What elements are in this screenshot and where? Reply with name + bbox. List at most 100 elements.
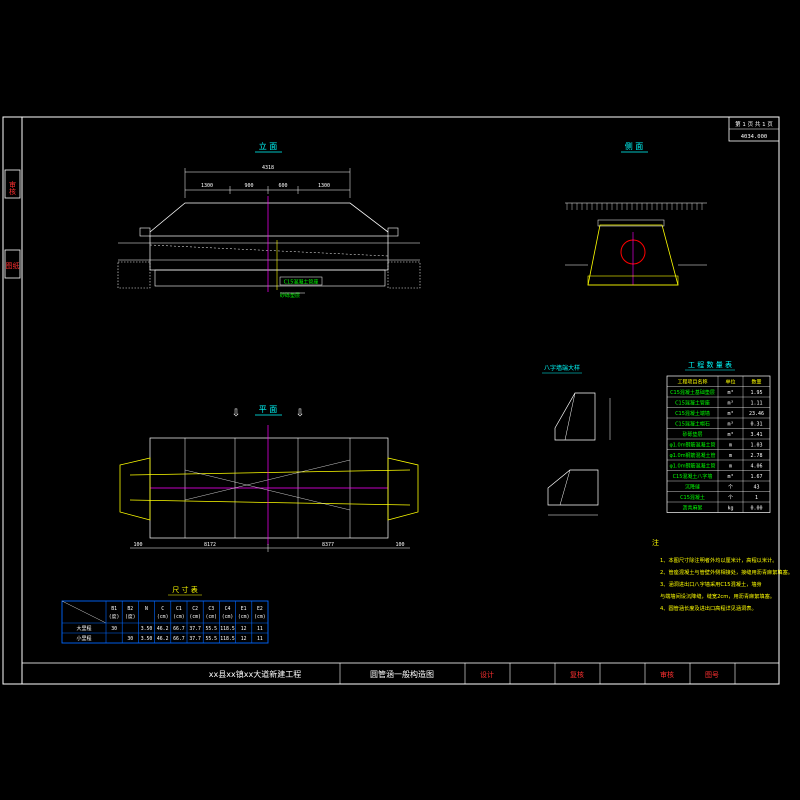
dims-cell: 66.7: [173, 626, 185, 632]
quantities-cell: 3.41: [750, 432, 762, 438]
dims-cell: 30: [111, 626, 117, 632]
quantities-cell: C15混凝土: [680, 494, 705, 501]
dims-header-cell: (cm): [254, 614, 266, 620]
dims-cell: 55.5: [206, 626, 218, 632]
quantities-header-cell: 数量: [751, 379, 761, 386]
wingwall-detail-bottom: [547, 469, 599, 506]
dims-header-cell: C3: [208, 606, 214, 612]
note-item: 3、涵洞进出口八字墙采用C15混凝土，墙身: [660, 580, 762, 588]
quantities-cell: 43: [753, 485, 759, 491]
quantities-cell: 1.95: [750, 390, 762, 396]
dims-cell: 3.50: [141, 636, 153, 642]
dims-cell: 11: [257, 636, 263, 642]
side-view-hatch: [566, 203, 703, 210]
plan-dim-left: 8172: [204, 542, 216, 548]
elev-dim-4: 1300: [318, 183, 330, 189]
note-item: 与端墙间设沉降缝，缝宽2cm，用沥青麻絮填塞。: [660, 592, 775, 600]
sheet-page-label: 第 1 页 共 1 页: [735, 120, 773, 128]
review-label: 复核: [570, 670, 584, 679]
dims-cell: 55.5: [206, 636, 218, 642]
dims-header-cell: N: [145, 606, 148, 612]
dims-table: B1(度)B2(度)N C(cm)C1(cm)C2(cm)C3(cm)C4(cm)…: [61, 600, 269, 644]
quantities-cell: C15混凝土八字墙: [673, 473, 713, 480]
plan-dim-edge-left: 100: [133, 542, 142, 548]
dims-header-cell: C2: [192, 606, 198, 612]
dims-cell: 37.7: [189, 636, 201, 642]
plan-dim-edge-right: 100: [395, 542, 404, 548]
quantities-cell: φ1.0m钢筋混凝土管: [669, 463, 715, 470]
quantities-cell: C15混凝土端墙: [675, 410, 710, 417]
plan-title: 平 面: [259, 405, 278, 414]
quantities-cell: kg: [727, 506, 733, 512]
dims-header-cell: C4: [225, 606, 231, 612]
notes-list: 1、本图尺寸除注明者外均以厘米计，高程以米计。 2、管座混凝土与管壁外侧相接处，接…: [660, 556, 793, 612]
quantities-cell: m: [729, 453, 732, 459]
quantities-cell: 沥青麻絮: [682, 505, 702, 512]
quantities-cell: m³: [727, 411, 733, 417]
embankment-outline: [149, 202, 389, 233]
note-item: 1、本图尺寸除注明者外均以厘米计，高程以米计。: [660, 556, 777, 564]
quantities-cell: 23.46: [749, 411, 764, 417]
quantities-cell: m³: [727, 474, 733, 480]
note-item: 4、圆管涵长度及进出口高程详见涵洞表。: [660, 604, 757, 612]
quantities-table: 工程项目名称 单位 数量 C15混凝土基础垫层 m³ 1.95 C15混凝土管座 m³ 1.11…: [666, 375, 771, 513]
dims-cell: 46.2: [157, 626, 169, 632]
elev-dim-total: 4318: [262, 165, 274, 171]
dims-cell: 12: [241, 626, 247, 632]
dims-header-cell: B1: [111, 606, 117, 612]
design-label: 设计: [480, 670, 494, 679]
note-item: 2、管座混凝土与管壁外侧相接处，接缝用沥青麻絮填塞。: [660, 568, 793, 576]
quantities-cell: φ1.0m钢筋混凝土管: [669, 452, 715, 459]
plan-dim-right: 8377: [322, 542, 334, 548]
wingwall-detail-top: [554, 392, 596, 441]
wingwall-title: 八字墙端大样: [544, 364, 580, 372]
dims-cell: 118.5: [220, 636, 235, 642]
dims-header-cell: (度): [125, 613, 136, 620]
quantities-cell: 1.11: [750, 401, 762, 407]
quantities-cell: φ1.0m钢筋混凝土管: [669, 442, 715, 449]
quantities-cell: 0.00: [750, 506, 762, 512]
quantities-cell: 2.78: [750, 453, 762, 459]
quantities-cell: m: [729, 443, 732, 449]
quantities-cell: 个: [728, 495, 733, 501]
elev-dim-2: 900: [244, 183, 253, 189]
dims-row-name: 大里程: [76, 625, 91, 632]
dims-header-cell: (cm): [173, 614, 185, 620]
dims-cell: 11: [257, 626, 263, 632]
quantities-cell: 个: [728, 485, 733, 491]
dims-header-cell: (cm): [189, 614, 201, 620]
quantities-title: 工 程 数 量 表: [688, 360, 732, 369]
plan-pipe-top: [129, 469, 411, 476]
quantities-cell: C15混凝土管座: [675, 400, 710, 407]
quantities-cell: C15混凝土基础垫层: [670, 389, 715, 396]
quantities-cell: m³: [727, 422, 733, 428]
number-label: 图号: [705, 671, 719, 679]
foundation: [154, 269, 386, 287]
quantities-header-cell: 工程项目名称: [677, 379, 707, 386]
side-view-title: 侧 面: [625, 141, 644, 151]
quantities-header-cell: 单位: [725, 379, 735, 386]
culvert-pipe-body: [149, 235, 389, 271]
plan-arrow-right-icon: ⇩: [296, 408, 304, 419]
dims-header-cell: (cm): [157, 614, 169, 620]
drawing-name: 圆管涵一般构造图: [370, 669, 434, 679]
dims-cell: 118.5: [220, 626, 235, 632]
quantities-cell: 1: [755, 495, 758, 501]
sheet-drawing-no: 4034.000: [741, 134, 768, 140]
quantities-cell: 4.06: [750, 464, 762, 470]
dims-header-cell: (cm): [206, 614, 218, 620]
quantities-cell: 1.67: [750, 474, 762, 480]
plan-wingwall-right: [387, 457, 419, 521]
dims-cell: 3.50: [141, 626, 153, 632]
dims-table-title: 尺 寸 表: [172, 585, 197, 594]
cad-drawing: 审核 图纸 第 1 页 共 1 页 4034.000 立 面 1300 900 …: [2, 116, 793, 685]
dims-header-cell: (度): [109, 613, 120, 620]
quantities-cell: 1.03: [750, 443, 762, 449]
pipe-seat-label: C15混凝土管座: [284, 279, 319, 286]
side-tab-drawing-label: 图纸: [6, 261, 20, 270]
dims-header-cell: E2: [257, 606, 263, 612]
quantities-cell: m: [729, 464, 732, 470]
dims-cell: 12: [241, 636, 247, 642]
dims-header-cell: B2: [127, 606, 133, 612]
dims-header-cell: C: [161, 606, 164, 612]
